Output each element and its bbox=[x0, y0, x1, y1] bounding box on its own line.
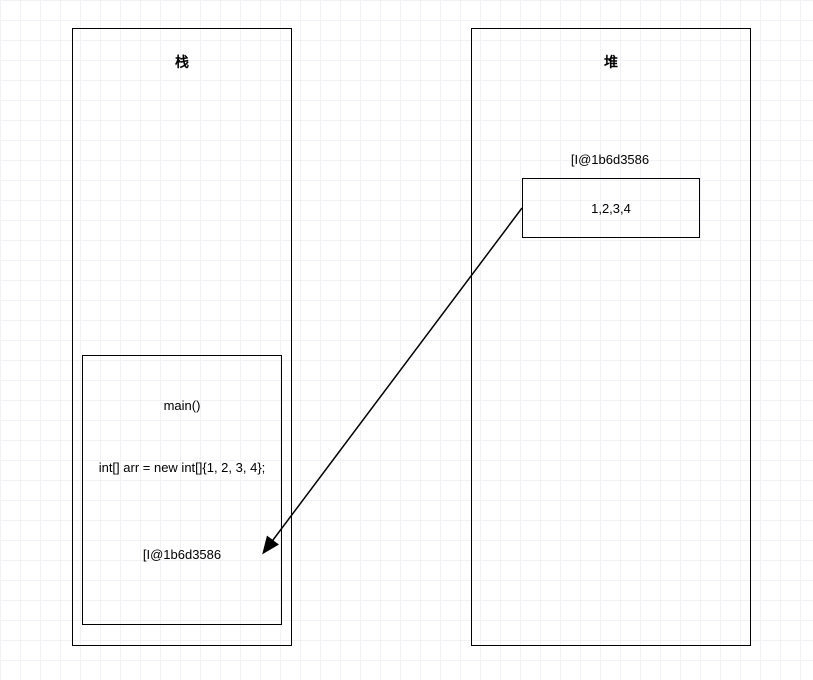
heap-container bbox=[471, 28, 751, 646]
stack-frame-name: main() bbox=[82, 398, 282, 413]
heap-value: 1,2,3,4 bbox=[591, 201, 631, 216]
heap-address: [I@1b6d3586 bbox=[530, 152, 690, 167]
stack-frame-code: int[] arr = new int[]{1, 2, 3, 4}; bbox=[83, 460, 281, 475]
heap-value-box: 1,2,3,4 bbox=[522, 178, 700, 238]
stack-frame-ref: [I@1b6d3586 bbox=[82, 547, 282, 562]
stack-title: 栈 bbox=[72, 52, 292, 72]
stack-frame bbox=[82, 355, 282, 625]
heap-title: 堆 bbox=[471, 52, 751, 72]
